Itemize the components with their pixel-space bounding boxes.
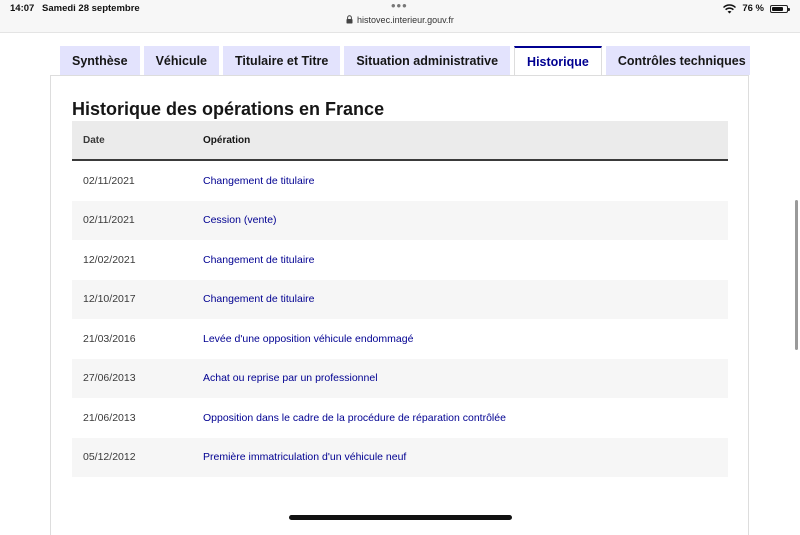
date: Samedi 28 septembre — [42, 3, 140, 14]
column-header-date: Date — [83, 134, 105, 146]
cell-operation: Levée d'une opposition véhicule endommag… — [203, 332, 414, 345]
table-row: 12/02/2021 Changement de titulaire — [72, 240, 728, 280]
tab-4[interactable]: Historique — [514, 46, 602, 76]
wifi-icon — [723, 3, 737, 13]
table-row: 27/06/2013 Achat ou reprise par un profes… — [72, 358, 728, 398]
history-table: Date Opération 02/11/2021 Changement de t… — [72, 121, 728, 477]
scrollbar[interactable] — [795, 200, 798, 350]
tab-3[interactable]: Situation administrative — [344, 46, 511, 75]
url-text: histovec.interieur.gouv.fr — [357, 15, 454, 25]
battery-percent: 76 % — [742, 3, 764, 14]
cell-operation: Achat ou reprise par un professionnel — [203, 372, 378, 385]
table-row: 21/03/2016 Levée d'une opposition véhicul… — [72, 319, 728, 359]
table-header: Date Opération — [72, 121, 728, 161]
cell-date: 27/06/2013 — [83, 372, 136, 385]
tab-2[interactable]: Titulaire et Titre — [223, 46, 341, 75]
status-bar: 14:07 Samedi 28 septembre ••• histovec.i… — [0, 0, 800, 33]
cell-date: 02/11/2021 — [83, 214, 135, 227]
clock: 14:07 — [10, 3, 35, 14]
cell-operation: Changement de titulaire — [203, 293, 315, 306]
tab-bar: Synthèse Véhicule Titulaire et Titre Situat… — [60, 46, 750, 76]
address-bar[interactable]: histovec.interieur.gouv.fr — [0, 15, 800, 25]
cell-date: 21/03/2016 — [83, 332, 136, 345]
cell-operation: Cession (vente) — [203, 214, 277, 227]
cell-date: 21/06/2013 — [83, 411, 136, 424]
tab-5[interactable]: Contrôles techniques — [605, 46, 750, 75]
cell-operation: Opposition dans le cadre de la procédure… — [203, 411, 506, 424]
table-row: 02/11/2021 Changement de titulaire — [72, 161, 728, 201]
status-indicators: 76 % — [723, 3, 790, 14]
home-indicator[interactable] — [289, 515, 512, 520]
cell-operation: Première immatriculation d'un véhicule n… — [203, 451, 407, 464]
table-row: 12/10/2017 Changement de titulaire — [72, 279, 728, 319]
cell-date: 12/10/2017 — [83, 293, 136, 306]
cell-operation: Changement de titulaire — [203, 174, 315, 187]
table-row: 05/12/2012 Première immatriculation d'un … — [72, 437, 728, 477]
cell-date: 05/12/2012 — [83, 451, 136, 464]
table-row: 02/11/2021 Cession (vente) — [72, 200, 728, 240]
cell-operation: Changement de titulaire — [203, 253, 315, 266]
section-title: Historique des opérations en France — [72, 99, 385, 119]
cell-date: 12/02/2021 — [83, 253, 136, 266]
tab-0[interactable]: Synthèse — [60, 46, 140, 75]
more-dots-icon[interactable]: ••• — [391, 0, 408, 13]
column-header-operation: Opération — [203, 134, 251, 146]
lock-icon — [346, 15, 353, 24]
battery-icon — [770, 4, 790, 13]
tab-1[interactable]: Véhicule — [143, 46, 220, 75]
table-row: 21/06/2013 Opposition dans le cadre de la… — [72, 398, 728, 438]
cell-date: 02/11/2021 — [83, 174, 135, 187]
